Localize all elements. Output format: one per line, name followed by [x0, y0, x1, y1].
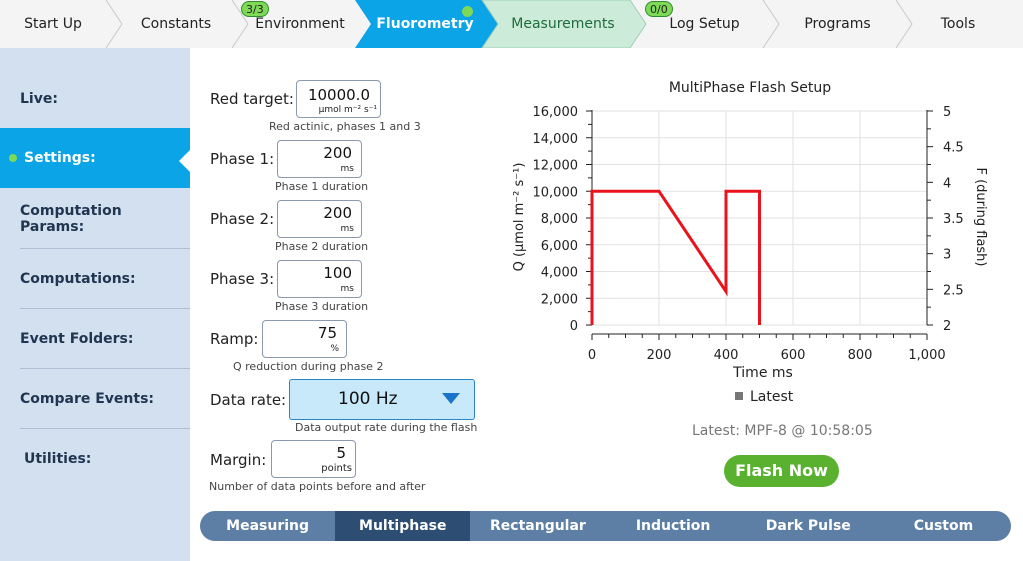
- phase1-help: Phase 1 duration: [275, 180, 369, 193]
- ramp-field[interactable]: 75 %: [262, 320, 347, 358]
- y-tick-label: 16,000: [533, 105, 579, 120]
- y-tick-label: 6,000: [541, 239, 578, 254]
- y-tick-label: 4,000: [541, 266, 578, 281]
- phase1-field[interactable]: 200 ms: [277, 140, 362, 178]
- ramp-label: Ramp:: [210, 330, 259, 348]
- flash-mode-bar: Measuring Multiphase Rectangular Inducti…: [200, 511, 1011, 541]
- data-rate-help: Data output rate during the flash: [295, 421, 478, 434]
- y-tick-label: 8,000: [541, 212, 578, 227]
- log-setup-count-badge: 0/0: [645, 1, 673, 17]
- phase3-help: Phase 3 duration: [275, 300, 369, 313]
- red-target-field[interactable]: 10000.0 µmol m⁻² s⁻¹: [296, 80, 381, 118]
- sidebar-item-compare-events[interactable]: Compare Events:: [0, 369, 190, 429]
- legend-swatch: [735, 392, 743, 400]
- phase2-field[interactable]: 200 ms: [277, 200, 362, 238]
- phase3-value: 100: [323, 264, 352, 282]
- phase3-label: Phase 3:: [210, 270, 275, 288]
- red-target-help: Red actinic, phases 1 and 3: [269, 120, 421, 133]
- tab-tools[interactable]: Tools: [912, 0, 1004, 48]
- x-tick-label: 800: [848, 348, 873, 363]
- chart-x-axis-label: Time ms: [732, 365, 793, 381]
- mode-induction[interactable]: Induction: [606, 511, 741, 541]
- sidebar: Live: Settings: Computation Params: Comp…: [0, 48, 190, 561]
- sidebar-item-live[interactable]: Live:: [0, 69, 190, 129]
- y-tick-label: 14,000: [533, 132, 579, 147]
- x-tick-label: 1,000: [908, 348, 945, 363]
- y2-tick-label: 3: [943, 248, 951, 263]
- ramp-unit: %: [330, 344, 339, 354]
- x-tick-label: 200: [647, 348, 672, 363]
- phase3-unit: ms: [340, 284, 354, 294]
- y2-tick-label: 4: [943, 176, 951, 191]
- y-tick-label: 0: [570, 319, 578, 334]
- chart-y2-axis-label: F (during flash): [973, 168, 988, 267]
- phase2-help: Phase 2 duration: [275, 240, 369, 253]
- red-target-unit: µmol m⁻² s⁻¹: [318, 105, 377, 115]
- series-line-latest: [590, 189, 761, 325]
- sidebar-item-utilities[interactable]: Utilities:: [0, 429, 190, 489]
- data-rate-value: 100 Hz: [338, 389, 398, 409]
- red-target-value: 10000.0: [307, 86, 370, 104]
- environment-count-badge: 3/3: [241, 1, 269, 17]
- latest-event-text: Latest: MPF-8 @ 10:58:05: [692, 423, 873, 439]
- flash-now-button[interactable]: Flash Now: [724, 455, 839, 487]
- sidebar-item-computation-params[interactable]: Computation Params:: [0, 189, 190, 249]
- multiphase-flash-chart: 0 200 400 600 800 1,000 0 2,000 4,000 6,000 8,000 1…: [512, 80, 988, 381]
- y-tick-label: 10,000: [533, 185, 579, 200]
- phase2-label: Phase 2:: [210, 210, 275, 228]
- x-tick-label: 0: [588, 348, 596, 363]
- legend-latest-label: Latest: [750, 389, 794, 405]
- chart-legend: Latest: [735, 389, 793, 405]
- top-navigation: Start Up Constants Environment 3/3 Fluor…: [0, 0, 1023, 48]
- phase1-value: 200: [323, 144, 352, 162]
- mode-custom[interactable]: Custom: [876, 511, 1011, 541]
- ramp-help: Q reduction during phase 2: [233, 360, 384, 373]
- data-rate-dropdown[interactable]: 100 Hz: [289, 379, 475, 420]
- y2-tick-label: 2.5: [943, 283, 964, 298]
- y2-tick-label: 4.5: [943, 141, 964, 156]
- mode-rectangular[interactable]: Rectangular: [470, 511, 605, 541]
- phase2-value: 200: [323, 204, 352, 222]
- sidebar-item-settings[interactable]: Settings:: [0, 128, 190, 188]
- data-rate-label: Data rate:: [210, 391, 287, 409]
- y-tick-label: 12,000: [533, 159, 579, 174]
- margin-field[interactable]: 5 points: [271, 440, 356, 478]
- phase1-unit: ms: [340, 164, 354, 174]
- dropdown-arrow-icon: [442, 393, 460, 404]
- y2-tick-label: 5: [943, 105, 951, 120]
- x-tick-label: 600: [781, 348, 806, 363]
- tab-start-up[interactable]: Start Up: [0, 0, 106, 48]
- phase1-label: Phase 1:: [210, 150, 275, 168]
- phase3-field[interactable]: 100 ms: [277, 260, 362, 298]
- tab-constants[interactable]: Constants: [120, 0, 232, 48]
- chart-title: MultiPhase Flash Setup: [669, 80, 831, 96]
- active-item-notch: [179, 150, 190, 172]
- y-tick-label: 2,000: [541, 292, 578, 307]
- sidebar-item-event-folders[interactable]: Event Folders:: [0, 309, 190, 369]
- tab-programs[interactable]: Programs: [779, 0, 896, 48]
- fluorometry-status-dot: [462, 6, 473, 17]
- ramp-value: 75: [317, 324, 337, 342]
- margin-unit: points: [321, 463, 352, 474]
- y2-tick-label: 3.5: [943, 212, 964, 227]
- mode-multiphase[interactable]: Multiphase: [335, 511, 471, 541]
- y2-tick-label: 2: [943, 319, 951, 334]
- chart-y-axis-label: Q (µmol m⁻² s⁻¹): [512, 163, 527, 272]
- margin-help: Number of data points before and after: [209, 480, 426, 493]
- chart-series: [590, 189, 761, 325]
- mode-measuring[interactable]: Measuring: [200, 511, 335, 541]
- margin-label: Margin:: [210, 451, 267, 469]
- mode-dark-pulse[interactable]: Dark Pulse: [741, 511, 876, 541]
- chart-ticks: 0 200 400 600 800 1,000 0 2,000 4,000 6,000 8,000 1…: [533, 105, 964, 363]
- margin-value: 5: [336, 444, 346, 462]
- phase2-unit: ms: [340, 224, 354, 234]
- x-tick-label: 400: [714, 348, 739, 363]
- red-target-label: Red target:: [210, 90, 294, 108]
- tab-measurements[interactable]: Measurements: [496, 0, 630, 48]
- sidebar-item-computations[interactable]: Computations:: [0, 249, 190, 309]
